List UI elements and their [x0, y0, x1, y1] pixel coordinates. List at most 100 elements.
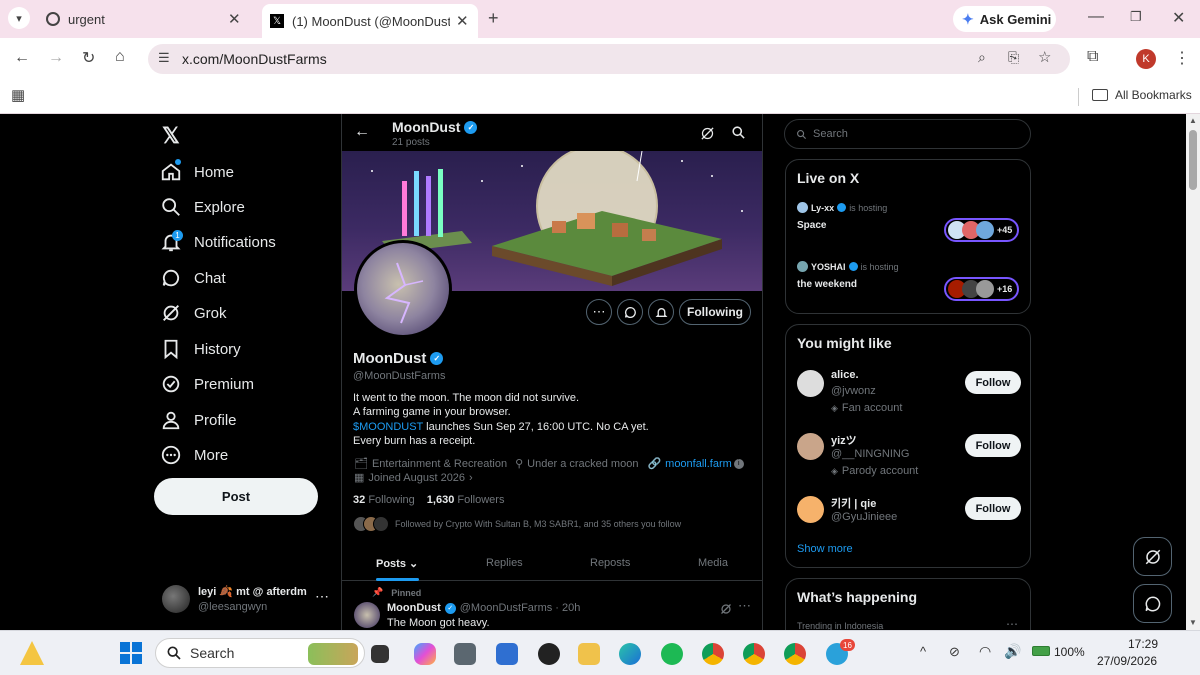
site-info-icon[interactable]: ☰ — [158, 50, 170, 66]
star-icon[interactable]: ☆ — [1038, 48, 1051, 66]
zoom-icon[interactable]: ⌕ — [978, 49, 986, 66]
grok-float-button[interactable] — [1133, 537, 1172, 576]
more-options-button[interactable]: ⋯ — [586, 299, 612, 325]
battery-icon[interactable] — [1032, 646, 1050, 656]
calculator-icon[interactable] — [454, 643, 476, 665]
reload-icon[interactable]: ↻ — [82, 48, 95, 68]
extensions-icon[interactable]: ⧉ — [1087, 48, 1098, 66]
nav-premium[interactable]: Premium — [160, 373, 254, 395]
nav-history[interactable]: History — [160, 338, 241, 360]
forward-icon[interactable]: → — [48, 49, 64, 67]
tab-moondust[interactable]: 𝕏 (1) MoonDust (@MoonDustFarm ✕ — [262, 4, 478, 38]
followed-by-row[interactable]: Followed by Crypto With Sultan B, M3 SAB… — [353, 516, 681, 532]
nav-grok[interactable]: Grok — [160, 302, 227, 324]
joined-date-link[interactable]: ▦ Joined August 2026 › — [354, 471, 473, 485]
tab-reposts[interactable]: Reposts — [590, 557, 630, 569]
chrome-profile-k-icon[interactable] — [784, 643, 806, 665]
suggestion-item[interactable]: yizツ @__NINGNING ◈ Parody account Follow — [786, 430, 1032, 482]
suggestion-item[interactable]: alice. @jvwonz ◈ Fan account Follow — [786, 367, 1032, 419]
all-bookmarks-folder[interactable]: All Bookmarks — [1092, 88, 1192, 102]
volume-icon[interactable]: 🔊 — [1004, 643, 1021, 660]
tab-replies[interactable]: Replies — [486, 557, 523, 569]
post-avatar[interactable] — [354, 602, 380, 628]
scroll-up-arrow[interactable]: ▲ — [1189, 116, 1197, 125]
clock-time[interactable]: 17:29 — [1128, 637, 1158, 651]
ask-gemini-button[interactable]: ✦ Ask Gemini — [953, 6, 1056, 32]
more-icon[interactable]: ⋯ — [315, 588, 329, 605]
close-icon[interactable]: ✕ — [228, 10, 241, 28]
new-tab-icon[interactable]: + — [488, 8, 499, 29]
close-window-icon[interactable]: ✕ — [1172, 8, 1185, 28]
start-button[interactable] — [120, 642, 142, 664]
edge-icon[interactable] — [619, 643, 641, 665]
suggestion-item[interactable]: 키키 | qie @GyuJinieee Follow — [786, 493, 1032, 533]
weather-widget-icon[interactable] — [20, 641, 44, 665]
home-icon[interactable]: ⌂ — [115, 48, 125, 66]
scrollbar[interactable]: ▲ ▼ — [1186, 114, 1200, 630]
nav-home[interactable]: Home — [160, 161, 234, 183]
post-author[interactable]: MoonDust — [387, 602, 441, 614]
more-icon[interactable]: ⋯ — [738, 598, 751, 614]
location-off-icon[interactable]: ⊘ — [949, 644, 960, 660]
store-icon[interactable] — [496, 643, 518, 665]
tab-posts[interactable]: Posts ⌄ — [376, 557, 418, 570]
copilot-icon[interactable] — [414, 643, 436, 665]
nav-label: Notifications — [194, 233, 276, 251]
nav-explore[interactable]: Explore — [160, 196, 245, 218]
search-icon[interactable] — [731, 125, 746, 140]
minimize-icon[interactable]: — — [1088, 8, 1104, 26]
task-view-icon[interactable] — [371, 645, 389, 663]
grok-analyze-icon[interactable] — [700, 126, 715, 141]
follow-button[interactable]: Follow — [965, 434, 1021, 457]
search-input[interactable]: Search — [784, 119, 1031, 149]
chrome-profile-icon[interactable] — [743, 643, 765, 665]
tab-search-dropdown-icon[interactable]: ▾ — [8, 7, 30, 29]
back-icon[interactable]: ← — [14, 49, 30, 67]
x-logo-icon[interactable]: 𝕏 — [162, 123, 180, 149]
messages-float-button[interactable] — [1133, 584, 1172, 623]
pinned-post[interactable]: 📌 Pinned MoonDust ✓ @MoonDustFarms · 20h… — [342, 582, 762, 630]
follow-button[interactable]: Follow — [965, 371, 1021, 394]
app-icon[interactable] — [538, 643, 560, 665]
chrome-icon[interactable] — [702, 643, 724, 665]
file-explorer-icon[interactable] — [578, 643, 600, 665]
grok-button[interactable] — [617, 299, 643, 325]
url-field[interactable]: ☰ x.com/MoonDustFarms ⌕ ⎘ ☆ — [148, 44, 1070, 74]
live-item[interactable]: Ly-xx is hosting Space +45 — [797, 202, 1021, 250]
live-item[interactable]: YOSHAI is hosting the weekend +16 — [797, 261, 1021, 309]
following-button[interactable]: Following — [679, 299, 751, 325]
tab-urgent[interactable]: urgent ✕ — [38, 4, 254, 34]
profile-avatar[interactable]: K — [1136, 49, 1156, 69]
close-icon[interactable]: ✕ — [456, 12, 469, 30]
nav-chat[interactable]: Chat — [160, 267, 226, 289]
tab-media[interactable]: Media — [698, 557, 728, 569]
subscribe-notify-button[interactable] — [648, 299, 674, 325]
profile-avatar[interactable] — [354, 240, 452, 338]
clock-date[interactable]: 27/09/2026 — [1097, 654, 1157, 668]
cashtag-link[interactable]: $MOONDUST — [353, 421, 423, 433]
following-link[interactable]: 32 Following — [353, 494, 415, 506]
scrollbar-thumb[interactable] — [1189, 130, 1197, 190]
back-arrow-icon[interactable]: ← — [354, 123, 370, 141]
scroll-down-arrow[interactable]: ▼ — [1189, 618, 1197, 627]
apps-grid-icon[interactable]: ▦ — [11, 86, 25, 104]
install-icon[interactable]: ⎘ — [1008, 49, 1019, 66]
restore-icon[interactable]: ❐ — [1130, 9, 1142, 25]
profile-website[interactable]: moonfall.farm — [665, 458, 732, 470]
follow-button[interactable]: Follow — [965, 497, 1021, 520]
tray-overflow-icon[interactable]: ^ — [920, 644, 926, 659]
taskbar-search[interactable]: Search — [155, 638, 365, 668]
post-button[interactable]: Post — [154, 478, 318, 515]
followers-link[interactable]: 1,630 Followers — [427, 494, 505, 506]
spotify-icon[interactable] — [661, 643, 683, 665]
wifi-icon[interactable]: ◠ — [979, 643, 991, 660]
grok-icon[interactable] — [720, 603, 732, 615]
more-icon[interactable]: ⋯ — [1006, 617, 1018, 630]
menu-icon[interactable]: ⋮ — [1174, 48, 1190, 68]
nav-more[interactable]: More — [160, 444, 228, 466]
account-switcher[interactable]: leyi 🍂 mt @ afterdm @leesangwyn ⋯ — [160, 582, 332, 620]
address-bar: ← → ↻ ⌂ ☰ x.com/MoonDustFarms ⌕ ⎘ ☆ ⧉ K … — [0, 38, 1200, 80]
show-more-link[interactable]: Show more — [797, 543, 853, 555]
nav-profile[interactable]: Profile — [160, 409, 237, 431]
info-icon[interactable]: i — [733, 458, 744, 469]
